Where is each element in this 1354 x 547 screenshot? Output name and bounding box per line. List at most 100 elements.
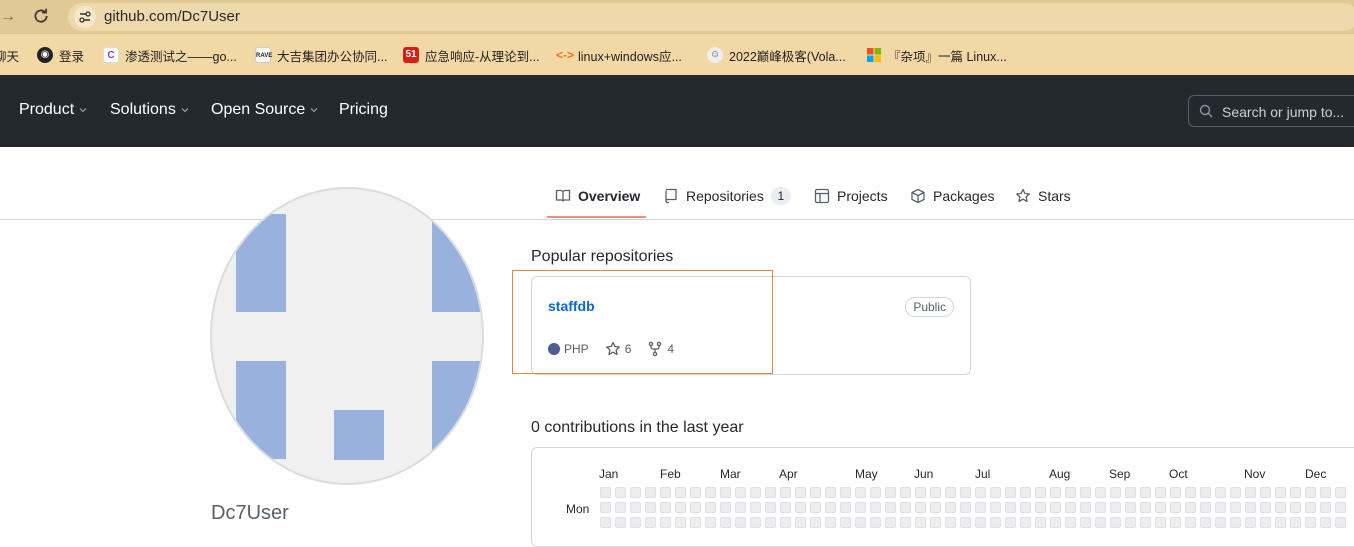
contribution-day-cell[interactable] [840,487,851,498]
contribution-day-cell[interactable] [930,502,941,513]
nav-open-source[interactable]: Open Source [211,101,318,119]
contribution-day-cell[interactable] [945,487,956,498]
contribution-day-cell[interactable] [720,502,731,513]
contribution-day-cell[interactable] [1170,502,1181,513]
contribution-day-cell[interactable] [1005,517,1016,528]
bookmark-item[interactable]: C 渗透测试之——go... [103,46,237,64]
contribution-day-cell[interactable] [720,517,731,528]
contribution-day-cell[interactable] [1200,517,1211,528]
contribution-day-cell[interactable] [1125,487,1136,498]
contribution-day-cell[interactable] [675,502,686,513]
contribution-day-cell[interactable] [1065,502,1076,513]
bookmark-item[interactable]: ◉ 登录 [37,46,84,64]
contribution-day-cell[interactable] [1155,517,1166,528]
contribution-day-cell[interactable] [1050,487,1061,498]
bookmark-item[interactable]: 聊天 [0,46,19,64]
contribution-day-cell[interactable] [915,517,926,528]
contribution-day-cell[interactable] [900,487,911,498]
contribution-day-cell[interactable] [1140,517,1151,528]
contribution-day-cell[interactable] [1305,517,1316,528]
contribution-day-cell[interactable] [765,517,776,528]
contribution-day-cell[interactable] [840,502,851,513]
contribution-day-cell[interactable] [810,502,821,513]
contribution-day-cell[interactable] [1110,517,1121,528]
bookmark-item[interactable]: 51 应急响应-从理论到... [403,46,540,64]
contribution-day-cell[interactable] [1065,487,1076,498]
contribution-day-cell[interactable] [810,517,821,528]
contribution-day-cell[interactable] [825,517,836,528]
contribution-day-cell[interactable] [810,487,821,498]
contribution-day-cell[interactable] [1185,487,1196,498]
contribution-day-cell[interactable] [735,502,746,513]
contribution-day-cell[interactable] [1230,502,1241,513]
contribution-day-cell[interactable] [705,487,716,498]
contribution-day-cell[interactable] [975,487,986,498]
contribution-day-cell[interactable] [735,487,746,498]
contribution-day-cell[interactable] [1260,517,1271,528]
contribution-day-cell[interactable] [705,502,716,513]
bookmark-item[interactable]: ☺ 2022巅峰极客(Vola... [707,46,846,64]
contribution-day-cell[interactable] [1200,487,1211,498]
contribution-day-cell[interactable] [825,502,836,513]
contribution-day-cell[interactable] [1215,502,1226,513]
contribution-day-cell[interactable] [990,502,1001,513]
contribution-day-cell[interactable] [690,502,701,513]
contribution-day-cell[interactable] [1320,517,1331,528]
contribution-day-cell[interactable] [750,502,761,513]
avatar[interactable] [210,187,484,485]
nav-solutions[interactable]: Solutions [110,101,189,119]
contribution-day-cell[interactable] [780,517,791,528]
contribution-day-cell[interactable] [855,517,866,528]
contribution-day-cell[interactable] [1260,487,1271,498]
contribution-day-cell[interactable] [600,502,611,513]
contribution-day-cell[interactable] [1230,487,1241,498]
contribution-day-cell[interactable] [975,517,986,528]
contribution-day-cell[interactable] [1215,487,1226,498]
contribution-day-cell[interactable] [945,502,956,513]
contribution-day-cell[interactable] [645,517,656,528]
contribution-day-cell[interactable] [1335,502,1346,513]
tab-projects[interactable]: Projects [814,184,888,208]
contribution-day-cell[interactable] [1275,502,1286,513]
contribution-day-cell[interactable] [1290,517,1301,528]
tab-overview[interactable]: Overview [555,184,640,208]
contribution-day-cell[interactable] [960,487,971,498]
contribution-day-cell[interactable] [750,517,761,528]
contribution-day-cell[interactable] [960,517,971,528]
contribution-day-cell[interactable] [1155,487,1166,498]
contribution-day-cell[interactable] [615,517,626,528]
contribution-day-cell[interactable] [915,487,926,498]
contribution-day-cell[interactable] [660,487,671,498]
contribution-day-cell[interactable] [1185,502,1196,513]
contribution-day-cell[interactable] [600,517,611,528]
contribution-day-cell[interactable] [1095,487,1106,498]
contribution-day-cell[interactable] [735,517,746,528]
contribution-day-cell[interactable] [1125,502,1136,513]
nav-pricing[interactable]: Pricing [339,101,388,119]
contribution-day-cell[interactable] [1215,517,1226,528]
contribution-day-cell[interactable] [1110,502,1121,513]
contribution-day-cell[interactable] [990,517,1001,528]
contribution-day-cell[interactable] [1140,502,1151,513]
contribution-day-cell[interactable] [705,517,716,528]
contribution-day-cell[interactable] [1245,502,1256,513]
contribution-day-cell[interactable] [1080,502,1091,513]
contribution-day-cell[interactable] [975,502,986,513]
contribution-day-cell[interactable] [855,487,866,498]
contribution-day-cell[interactable] [1245,487,1256,498]
site-settings-icon[interactable] [74,6,96,28]
contribution-day-cell[interactable] [1245,517,1256,528]
tab-repositories[interactable]: Repositories 1 [663,184,791,208]
contribution-day-cell[interactable] [630,517,641,528]
contribution-day-cell[interactable] [1140,487,1151,498]
contribution-day-cell[interactable] [1335,517,1346,528]
contribution-day-cell[interactable] [1155,502,1166,513]
contribution-day-cell[interactable] [1110,487,1121,498]
contribution-day-cell[interactable] [1275,517,1286,528]
url-bar[interactable]: github.com/Dc7User [68,3,1354,31]
contribution-day-cell[interactable] [885,487,896,498]
contribution-day-cell[interactable] [1005,502,1016,513]
contribution-day-cell[interactable] [1290,487,1301,498]
contribution-day-cell[interactable] [720,487,731,498]
contribution-day-cell[interactable] [600,487,611,498]
